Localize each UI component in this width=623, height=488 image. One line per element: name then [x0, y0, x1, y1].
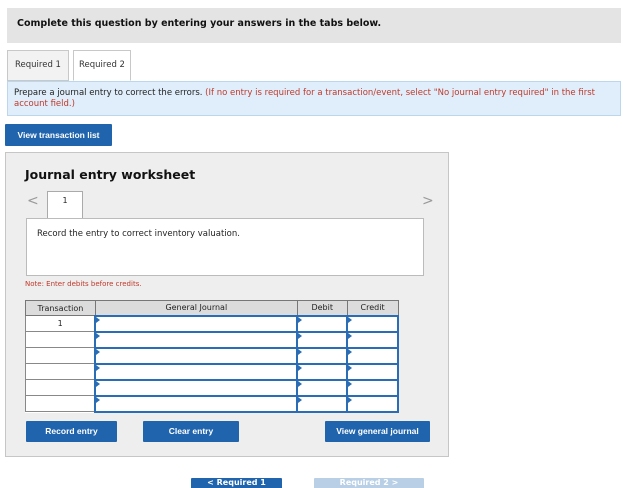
- transaction-cell: [25, 395, 96, 412]
- next-required-button[interactable]: Required 2 >: [314, 478, 424, 488]
- tab-required-2[interactable]: Required 2: [73, 50, 131, 81]
- col-credit: Credit: [346, 300, 399, 316]
- account-select[interactable]: [94, 330, 299, 349]
- account-select[interactable]: [94, 314, 299, 333]
- chevron-right-icon[interactable]: >: [422, 193, 434, 209]
- col-transaction: Transaction: [25, 300, 96, 316]
- table-row: [25, 346, 399, 365]
- table-row: [25, 394, 399, 413]
- transaction-cell: [25, 347, 96, 364]
- account-select[interactable]: [94, 346, 299, 365]
- col-debit: Debit: [296, 300, 348, 316]
- transaction-cell: [25, 331, 96, 348]
- journal-table: Transaction General Journal Debit Credit…: [25, 300, 399, 413]
- transaction-cell: [25, 363, 96, 380]
- credit-input[interactable]: [346, 330, 399, 349]
- instruction-text: Prepare a journal entry to correct the e…: [14, 88, 203, 98]
- debit-input[interactable]: [296, 314, 349, 333]
- table-row: [25, 362, 399, 381]
- tab-required-1[interactable]: Required 1: [7, 50, 69, 81]
- view-transaction-list-button[interactable]: View transaction list: [5, 124, 112, 146]
- table-row: [25, 330, 399, 349]
- question-header: Complete this question by entering your …: [7, 8, 621, 43]
- col-general-journal: General Journal: [94, 300, 298, 316]
- account-select[interactable]: [94, 362, 299, 381]
- transaction-cell: [25, 379, 96, 396]
- account-select[interactable]: [94, 394, 299, 413]
- debit-input[interactable]: [296, 378, 349, 397]
- credit-input[interactable]: [346, 362, 399, 381]
- debit-credit-note: Note: Enter debits before credits.: [25, 280, 142, 288]
- instruction-box: Prepare a journal entry to correct the e…: [7, 81, 621, 116]
- credit-input[interactable]: [346, 314, 399, 333]
- debit-input[interactable]: [296, 362, 349, 381]
- account-select[interactable]: [94, 378, 299, 397]
- question-header-text: Complete this question by entering your …: [17, 18, 382, 29]
- transaction-cell: 1: [25, 315, 96, 332]
- table-row: 1: [25, 314, 399, 333]
- worksheet-page-number[interactable]: 1: [47, 191, 83, 219]
- record-entry-button[interactable]: Record entry: [26, 421, 117, 442]
- credit-input[interactable]: [346, 394, 399, 413]
- journal-entry-worksheet: Journal entry worksheet < 1 > Record the…: [5, 152, 449, 457]
- credit-input[interactable]: [346, 346, 399, 365]
- chevron-left-icon[interactable]: <: [27, 193, 39, 209]
- worksheet-title: Journal entry worksheet: [25, 167, 196, 182]
- clear-entry-button[interactable]: Clear entry: [143, 421, 239, 442]
- debit-input[interactable]: [296, 346, 349, 365]
- prev-required-button[interactable]: < Required 1: [191, 478, 282, 488]
- worksheet-description: Record the entry to correct inventory va…: [26, 218, 424, 276]
- debit-input[interactable]: [296, 394, 349, 413]
- view-general-journal-button[interactable]: View general journal: [325, 421, 430, 442]
- credit-input[interactable]: [346, 378, 399, 397]
- debit-input[interactable]: [296, 330, 349, 349]
- table-row: [25, 378, 399, 397]
